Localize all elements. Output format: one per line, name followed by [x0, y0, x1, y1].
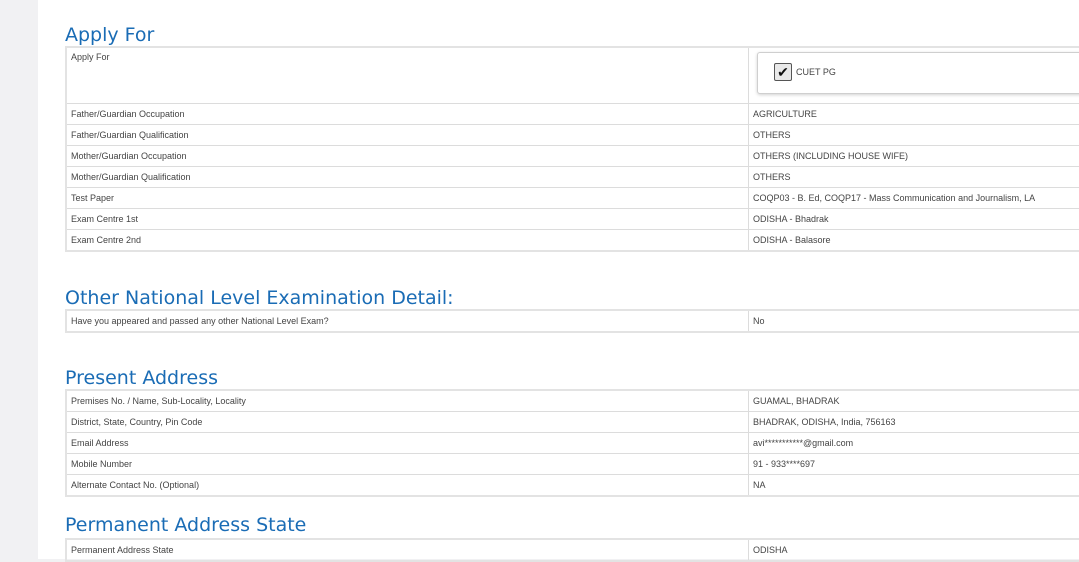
course-checkbox-group: ✔ CUET PG [757, 52, 1079, 94]
row-value: AGRICULTURE [749, 104, 1079, 125]
national-exam-table: Have you appeared and passed any other N… [65, 309, 1079, 333]
row-value: COQP03 - B. Ed, COQP17 - Mass Communicat… [749, 188, 1079, 209]
row-label: Have you appeared and passed any other N… [66, 310, 749, 332]
table-row: Mother/Guardian OccupationOTHERS (INCLUD… [66, 146, 1079, 167]
row-label: District, State, Country, Pin Code [66, 412, 749, 433]
application-preview: Apply For Apply For ✔ CUET PG Father/Gua… [38, 0, 1079, 559]
national-exam-title: Other National Level Examination Detail: [65, 287, 454, 309]
row-value: OTHERS [749, 167, 1079, 188]
row-value: OTHERS [749, 125, 1079, 146]
permanent-address-table: Permanent Address StateODISHA [65, 538, 1079, 562]
row-label: Mobile Number [66, 454, 749, 475]
row-value: GUAMAL, BHADRAK [749, 390, 1079, 412]
row-value: avi***********@gmail.com [749, 433, 1079, 454]
cuet-pg-checkbox-label: CUET PG [796, 66, 836, 78]
present-address-title: Present Address [65, 367, 218, 389]
table-row: Father/Guardian QualificationOTHERS [66, 125, 1079, 146]
row-label: Alternate Contact No. (Optional) [66, 475, 749, 497]
row-value: ODISHA - Bhadrak [749, 209, 1079, 230]
row-label: Father/Guardian Qualification [66, 125, 749, 146]
table-row: Exam Centre 1stODISHA - Bhadrak [66, 209, 1079, 230]
table-row: District, State, Country, Pin CodeBHADRA… [66, 412, 1079, 433]
table-row: Email Addressavi***********@gmail.com [66, 433, 1079, 454]
present-address-table: Premises No. / Name, Sub-Locality, Local… [65, 389, 1079, 497]
apply-for-title: Apply For [65, 24, 154, 46]
row-label: Permanent Address State [66, 539, 749, 561]
row-label: Test Paper [66, 188, 749, 209]
apply-for-label: Apply For [66, 47, 749, 104]
row-label: Mother/Guardian Occupation [66, 146, 749, 167]
table-row: Premises No. / Name, Sub-Locality, Local… [66, 390, 1079, 412]
row-label: Father/Guardian Occupation [66, 104, 749, 125]
row-label: Exam Centre 2nd [66, 230, 749, 252]
permanent-address-title: Permanent Address State [65, 514, 306, 536]
table-row: Exam Centre 2ndODISHA - Balasore [66, 230, 1079, 252]
row-value: No [749, 310, 1079, 332]
row-value: ODISHA [749, 539, 1079, 561]
cuet-pg-checkbox[interactable]: ✔ [774, 63, 792, 81]
apply-for-value-cell: ✔ CUET PG [749, 47, 1079, 104]
row-value: BHADRAK, ODISHA, India, 756163 [749, 412, 1079, 433]
row-label: Premises No. / Name, Sub-Locality, Local… [66, 390, 749, 412]
row-label: Email Address [66, 433, 749, 454]
row-label: Mother/Guardian Qualification [66, 167, 749, 188]
table-row: Apply For ✔ CUET PG [66, 47, 1079, 104]
table-row: Test PaperCOQP03 - B. Ed, COQP17 - Mass … [66, 188, 1079, 209]
table-row: Alternate Contact No. (Optional)NA [66, 475, 1079, 497]
table-row: Father/Guardian OccupationAGRICULTURE [66, 104, 1079, 125]
apply-for-table: Apply For ✔ CUET PG Father/Guardian Occu… [65, 46, 1079, 252]
table-row: Permanent Address StateODISHA [66, 539, 1079, 561]
check-icon: ✔ [777, 64, 789, 80]
table-row: Mobile Number91 - 933****697 [66, 454, 1079, 475]
row-value: OTHERS (INCLUDING HOUSE WIFE) [749, 146, 1079, 167]
row-value: 91 - 933****697 [749, 454, 1079, 475]
row-value: NA [749, 475, 1079, 497]
row-value: ODISHA - Balasore [749, 230, 1079, 252]
table-row: Mother/Guardian QualificationOTHERS [66, 167, 1079, 188]
table-row: Have you appeared and passed any other N… [66, 310, 1079, 332]
row-label: Exam Centre 1st [66, 209, 749, 230]
